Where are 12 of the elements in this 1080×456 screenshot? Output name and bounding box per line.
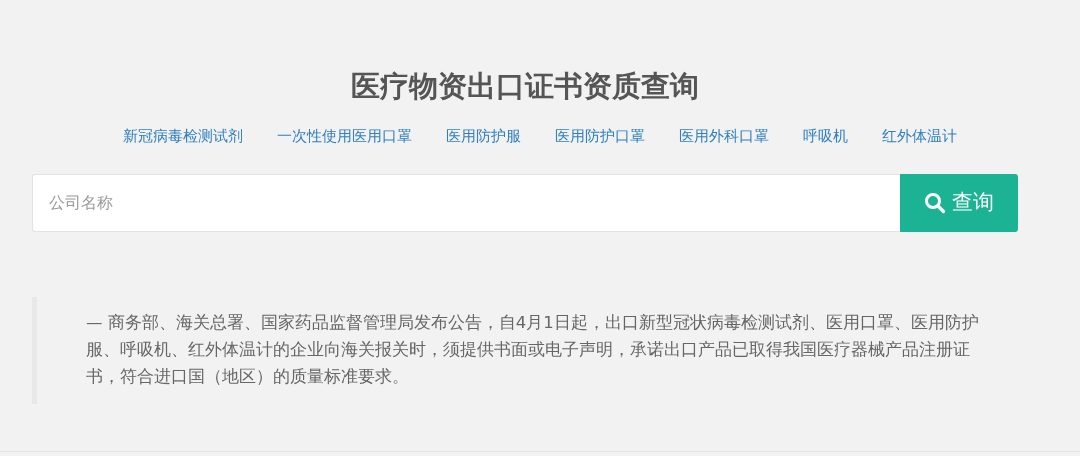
search-button[interactable]: 查询 <box>900 173 1018 232</box>
category-link[interactable]: 红外体温计 <box>882 126 957 148</box>
category-link[interactable]: 一次性使用医用口罩 <box>277 126 412 148</box>
category-link[interactable]: 呼吸机 <box>803 126 848 148</box>
category-link[interactable]: 医用外科口罩 <box>679 126 769 148</box>
company-search-field[interactable]: 公司名称 <box>32 173 900 232</box>
category-link[interactable]: 医用防护服 <box>446 126 521 148</box>
page-title: 医疗物资出口证书资质查询 <box>350 68 700 105</box>
category-link[interactable]: 新冠病毒检测试剂 <box>123 126 243 148</box>
category-link[interactable]: 医用防护口罩 <box>555 126 645 148</box>
notice-text: — 商务部、海关总署、国家药品监督管理局发布公告，自4月1日起，出口新型冠状病毒检测试剂、医用口罩、医用防护服、呼吸机、红外体温计的企业向海关报关时，须提供书面或电子声明，承诺出口产品已取得我国医疗器械产品注册证书，符合进口国（地区）的质量标准要求。 <box>86 311 980 388</box>
search-icon <box>924 191 946 214</box>
